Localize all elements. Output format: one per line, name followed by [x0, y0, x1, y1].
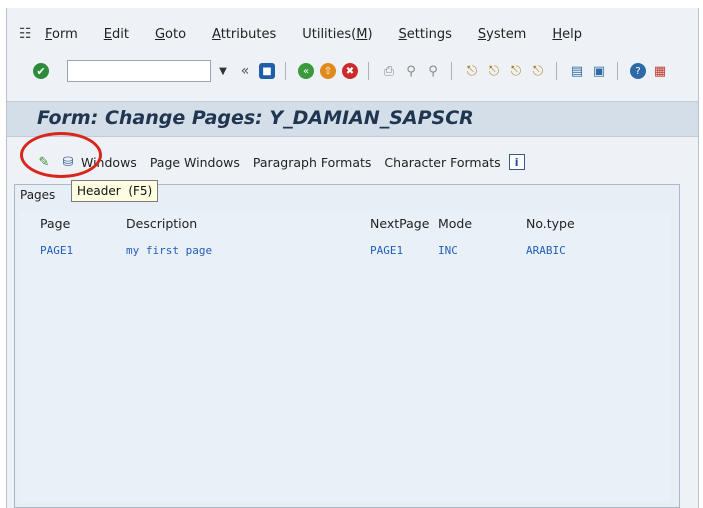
table-cell-mode[interactable]: INC — [438, 244, 458, 257]
page-title: Form: Change Pages: Y_DAMIAN_SAPSCR — [37, 107, 474, 129]
find-icon[interactable]: ⚲ — [403, 63, 419, 79]
table-cell-page[interactable]: PAGE1 — [40, 244, 73, 257]
customize-layout-icon[interactable]: ▦ — [652, 63, 668, 79]
table-cell-description[interactable]: my first page — [126, 244, 212, 257]
column-header-description[interactable]: Description — [126, 216, 197, 231]
highlight-circle — [20, 132, 102, 178]
menu-utilities[interactable]: Utilities(M) — [302, 27, 372, 42]
back-icon[interactable]: « — [298, 63, 314, 79]
cancel-icon[interactable]: ✖ — [342, 63, 358, 79]
menu-system-icon[interactable]: ☷ — [19, 26, 37, 42]
menu-settings[interactable]: Settings — [399, 27, 452, 42]
previous-page-icon[interactable]: ⎋ — [486, 63, 502, 79]
toolbar-separator — [285, 62, 286, 80]
column-header-mode[interactable]: Mode — [438, 216, 472, 231]
menu-attributes[interactable]: Attributes — [212, 27, 276, 42]
menu-form[interactable]: Form — [45, 27, 78, 42]
toolbar-separator — [451, 62, 452, 80]
application-toolbar: ✎ ⛁ Windows Page Windows Paragraph Forma… — [7, 148, 698, 176]
enter-check-icon[interactable]: ✔ — [33, 63, 49, 79]
shortcut-icon[interactable]: ▣ — [591, 63, 607, 79]
column-header-notype[interactable]: No.type — [526, 216, 575, 231]
tab-pages[interactable]: Pages — [14, 184, 61, 206]
find-next-icon[interactable]: ⚲ — [425, 63, 441, 79]
table-cell-nextpage[interactable]: PAGE1 — [370, 244, 403, 257]
character-formats-button[interactable]: Character Formats — [384, 155, 500, 170]
title-bar: Form: Change Pages: Y_DAMIAN_SAPSCR — [7, 101, 698, 137]
print-icon[interactable]: ⎙ — [381, 63, 397, 79]
menu-bar: ☷ Form Edit Goto Attributes Utilities(M)… — [7, 22, 698, 46]
double-chevron-left-icon[interactable]: « — [237, 63, 253, 79]
column-header-page[interactable]: Page — [40, 216, 70, 231]
save-icon[interactable]: ■ — [259, 63, 275, 79]
header-tooltip: Header (F5) — [71, 180, 159, 202]
help-icon[interactable]: ? — [630, 63, 646, 79]
toolbar-separator — [368, 62, 369, 80]
menu-goto[interactable]: Goto — [155, 27, 186, 42]
system-toolbar: ✔ ▼ « ■ « ⇧ ✖ ⎙ ⚲ ⚲ ⎋ ⎋ ⎋ ⎋ ▤ ▣ ? ▦ — [7, 58, 698, 84]
command-field[interactable] — [67, 60, 211, 82]
info-icon[interactable]: i — [508, 154, 525, 170]
command-dropdown-icon[interactable]: ▼ — [215, 62, 231, 80]
create-session-icon[interactable]: ▤ — [569, 63, 585, 79]
last-page-icon[interactable]: ⎋ — [530, 63, 546, 79]
menu-system[interactable]: System — [478, 27, 527, 42]
first-page-icon[interactable]: ⎋ — [464, 63, 480, 79]
table-cell-notype[interactable]: ARABIC — [526, 244, 566, 257]
pages-table — [20, 212, 670, 502]
menu-edit[interactable]: Edit — [104, 27, 129, 42]
paragraph-formats-button[interactable]: Paragraph Formats — [253, 155, 372, 170]
toolbar-separator — [617, 62, 618, 80]
toolbar-separator — [556, 62, 557, 80]
exit-icon[interactable]: ⇧ — [320, 63, 336, 79]
page-windows-button[interactable]: Page Windows — [150, 155, 240, 170]
column-header-nextpage[interactable]: NextPage — [370, 216, 429, 231]
next-page-icon[interactable]: ⎋ — [508, 63, 524, 79]
menu-help[interactable]: Help — [552, 27, 582, 42]
